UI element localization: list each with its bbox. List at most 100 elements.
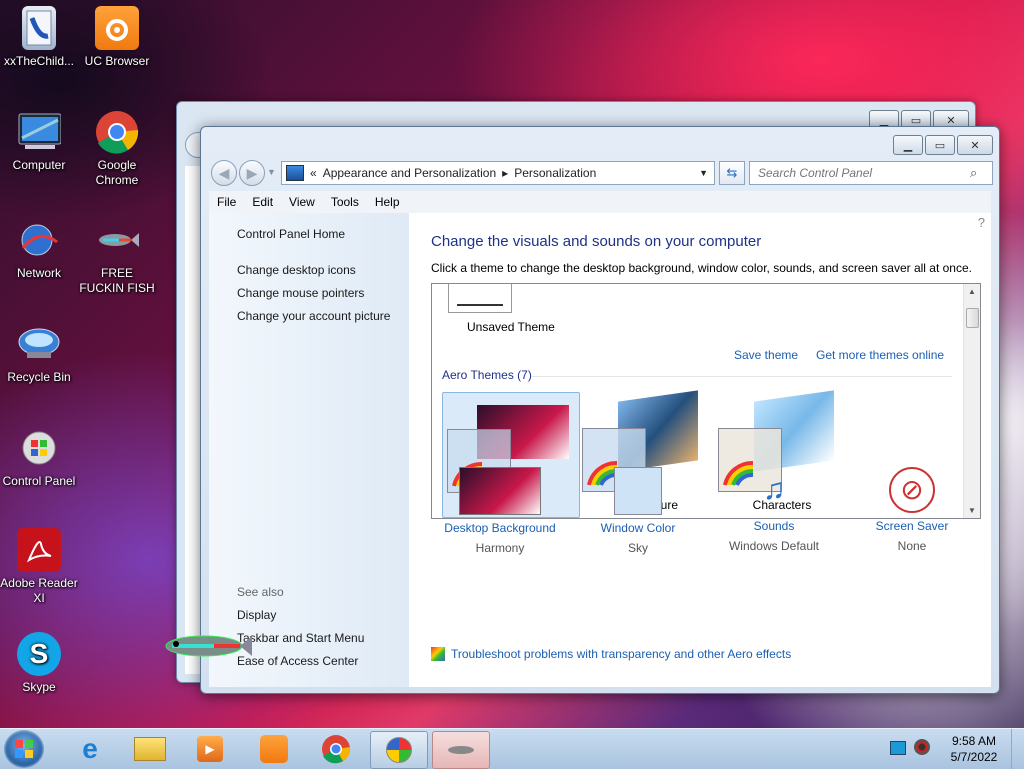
- skype-icon: S: [17, 632, 61, 676]
- save-theme-link[interactable]: Save theme: [734, 348, 798, 362]
- sounds-icon: ♫: [762, 473, 786, 506]
- link-change-account-picture[interactable]: Change your account picture: [237, 309, 390, 323]
- control-panel-icon: [286, 165, 304, 181]
- minimize-button[interactable]: ▁: [893, 135, 923, 155]
- taskbar-media-player[interactable]: ▶: [182, 731, 238, 767]
- tray-app-icon[interactable]: [914, 739, 930, 755]
- breadcrumb-personalization[interactable]: Personalization: [514, 166, 596, 180]
- link-change-mouse-pointers[interactable]: Change mouse pointers: [237, 286, 364, 300]
- window-color-link[interactable]: Window Color: [573, 521, 703, 535]
- internet-explorer-icon: e: [82, 733, 98, 764]
- windows-logo-icon: [15, 740, 33, 758]
- address-dropdown-icon[interactable]: ▼: [699, 168, 708, 178]
- menu-tools[interactable]: Tools: [331, 195, 359, 209]
- screen-saver-icon: ⊘: [889, 467, 935, 513]
- search-icon[interactable]: ⌕: [970, 165, 977, 181]
- breadcrumb-appearance[interactable]: Appearance and Personalization: [323, 166, 496, 180]
- breadcrumb-overflow[interactable]: «: [310, 166, 317, 180]
- desktop-icon-skype[interactable]: S Skype: [0, 632, 78, 695]
- taskbar-uc-browser[interactable]: [246, 731, 302, 767]
- page-title: Change the visuals and sounds on your co…: [431, 233, 762, 250]
- sounds-option[interactable]: ♫ Sounds Windows Default: [709, 467, 839, 553]
- control-panel-icon: [17, 426, 61, 470]
- desktop-background-option[interactable]: Desktop Background Harmony: [435, 467, 565, 555]
- taskbar-explorer[interactable]: [122, 731, 178, 767]
- desktop-icon-label: Computer: [12, 158, 66, 172]
- link-taskbar-start-menu[interactable]: Taskbar and Start Menu: [237, 631, 364, 645]
- desktop-icon-adobe-reader[interactable]: Adobe Reader XI: [0, 528, 78, 606]
- desktop-icon-user-folder[interactable]: xxTheChild...: [0, 6, 78, 69]
- desktop-icon-label: Skype: [22, 680, 56, 694]
- file-explorer-icon: [134, 737, 166, 761]
- network-tray-icon[interactable]: [890, 741, 906, 755]
- troubleshoot-row[interactable]: Troubleshoot problems with transparency …: [431, 647, 791, 661]
- maximize-button[interactable]: ▭: [925, 135, 955, 155]
- clock-date: 5/7/2022: [950, 750, 998, 764]
- clock-time: 9:58 AM: [951, 734, 997, 748]
- sounds-link[interactable]: Sounds: [709, 519, 839, 533]
- desktop-icon-control-panel[interactable]: Control Panel: [0, 426, 78, 489]
- taskbar-chrome[interactable]: [308, 731, 364, 767]
- recent-pages-arrow-icon[interactable]: ▼: [267, 167, 276, 177]
- start-button[interactable]: [4, 730, 44, 768]
- window-color-option[interactable]: Window Color Sky: [573, 467, 703, 555]
- menu-edit[interactable]: Edit: [252, 195, 273, 209]
- screen-saver-link[interactable]: Screen Saver: [847, 519, 977, 533]
- task-pane: Control Panel Home Change desktop icons …: [209, 213, 409, 687]
- menu-help[interactable]: Help: [375, 195, 400, 209]
- desktop-icon-label: FREE FUCKIN FISH: [79, 266, 155, 295]
- uc-browser-icon: [260, 735, 288, 763]
- link-control-panel-home[interactable]: Control Panel Home: [237, 227, 345, 241]
- desktop-icon-uc-browser[interactable]: UC Browser: [78, 6, 156, 69]
- desktop-icon-network[interactable]: Network: [0, 218, 78, 281]
- floating-fish-icon[interactable]: [162, 628, 254, 667]
- desktop-icon-label: xxTheChild...: [3, 54, 75, 68]
- network-icon: [17, 218, 61, 262]
- taskbar-ie[interactable]: e: [62, 731, 118, 767]
- search-box[interactable]: ⌕: [749, 161, 993, 185]
- menu-file[interactable]: File: [217, 195, 236, 209]
- desktop-background-link[interactable]: Desktop Background: [435, 521, 565, 535]
- section-divider: [532, 376, 952, 377]
- taskbar-fish[interactable]: [432, 731, 490, 769]
- chrome-icon: [95, 110, 139, 154]
- link-ease-of-access[interactable]: Ease of Access Center: [237, 654, 358, 668]
- taskbar-control-panel[interactable]: [370, 731, 428, 769]
- breadcrumb-separator-icon[interactable]: ▸: [502, 166, 508, 180]
- unsaved-theme-thumbnail[interactable]: [448, 284, 512, 313]
- forward-button[interactable]: ▶: [239, 160, 265, 186]
- refresh-icon[interactable]: ⇆: [719, 161, 745, 185]
- fish-icon: [448, 746, 474, 754]
- link-change-desktop-icons[interactable]: Change desktop icons: [237, 263, 356, 277]
- menu-bar: File Edit View Tools Help: [209, 191, 991, 214]
- unsaved-theme-label[interactable]: Unsaved Theme: [467, 320, 555, 334]
- desktop-icon-recycle-bin[interactable]: Recycle Bin: [0, 322, 78, 385]
- aero-themes-header: Aero Themes (7): [442, 368, 532, 382]
- taskbar: e ▶ 9:58 AM 5/7/2022: [0, 728, 1024, 769]
- screen-saver-value: None: [897, 539, 927, 553]
- page-subtitle: Click a theme to change the desktop back…: [431, 261, 972, 275]
- desktop-icon-label: UC Browser: [84, 54, 150, 68]
- screen-saver-option[interactable]: ⊘ Screen Saver None: [847, 467, 977, 553]
- clock[interactable]: 9:58 AM 5/7/2022: [944, 733, 1004, 765]
- personalization-window[interactable]: ▁ ▭ ✕ ◀ ▶ ▼ « Appearance and Personaliza…: [200, 126, 1000, 694]
- back-button[interactable]: ◀: [211, 160, 237, 186]
- desktop-icon-chrome[interactable]: Google Chrome: [78, 110, 156, 188]
- desktop-icon-computer[interactable]: Computer: [0, 110, 78, 173]
- desktop-background-value: Harmony: [475, 541, 525, 555]
- sounds-value: Windows Default: [728, 539, 820, 553]
- adobe-reader-icon: [17, 528, 61, 572]
- troubleshoot-icon: [431, 647, 445, 661]
- close-button[interactable]: ✕: [957, 135, 993, 155]
- show-desktop-button[interactable]: [1011, 729, 1024, 769]
- help-icon[interactable]: ?: [978, 215, 985, 230]
- desktop-icon-fish[interactable]: FREE FUCKIN FISH: [78, 218, 156, 296]
- troubleshoot-link[interactable]: Troubleshoot problems with transparency …: [451, 647, 791, 661]
- search-input[interactable]: [756, 165, 970, 181]
- menu-view[interactable]: View: [289, 195, 315, 209]
- get-more-themes-link[interactable]: Get more themes online: [816, 348, 944, 362]
- link-display[interactable]: Display: [237, 608, 276, 622]
- scrollbar-thumb[interactable]: [966, 308, 979, 328]
- address-bar[interactable]: « Appearance and Personalization ▸ Perso…: [281, 161, 715, 185]
- scroll-up-icon[interactable]: ▲: [964, 287, 980, 296]
